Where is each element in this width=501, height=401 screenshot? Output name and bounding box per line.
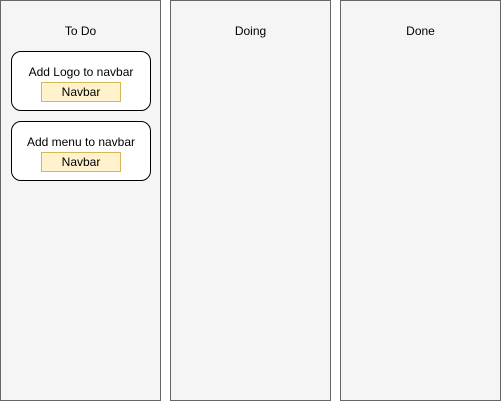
- column-done: Done: [340, 0, 501, 401]
- column-title-done: Done: [406, 24, 435, 38]
- task-card-add-logo[interactable]: Add Logo to navbar Navbar: [11, 51, 151, 111]
- column-title-todo: To Do: [64, 24, 97, 38]
- task-card-add-menu[interactable]: Add menu to navbar Navbar: [11, 121, 151, 181]
- card-title: Add menu to navbar: [26, 135, 136, 149]
- tag-label: Navbar: [41, 152, 121, 172]
- card-title: Add Logo to navbar: [28, 65, 134, 79]
- tag-label: Navbar: [41, 82, 121, 102]
- column-doing: Doing: [170, 0, 331, 401]
- column-title-doing: Doing: [234, 24, 267, 38]
- column-todo: To Do Add Logo to navbar Navbar Add menu…: [0, 0, 161, 401]
